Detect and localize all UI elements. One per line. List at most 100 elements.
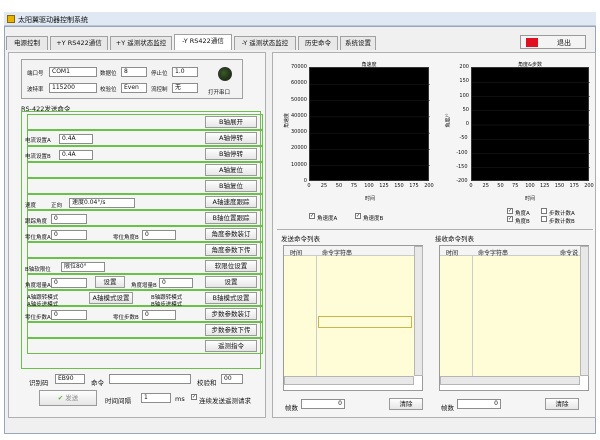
stopbits-field[interactable]: 1.0	[172, 67, 198, 77]
left-panel: 端口号 COM1 数据位 8 停止位 1.0 波特率 115200 校验位 Ev…	[8, 52, 266, 418]
send-clear-button[interactable]: 清除	[389, 398, 423, 410]
tab-history[interactable]: 历史命令	[298, 36, 338, 50]
zero-step-a-field[interactable]: 0	[51, 310, 87, 320]
legend-step-count-a-checkbox[interactable]	[541, 208, 547, 214]
legend-angle-a-checkbox[interactable]: ✓	[507, 208, 513, 214]
plot2-y-tick: 100	[459, 92, 469, 99]
angle-param-download-button[interactable]: 角度参数下传	[205, 244, 257, 256]
send-frame-count: 0	[301, 399, 345, 409]
plot1-x-tick: 50	[335, 183, 343, 189]
plot1-y-tick: 40000	[291, 112, 307, 119]
tab-py-telemetry[interactable]: +Y 遥测状态监控	[110, 36, 172, 50]
interval-field[interactable]: 1	[141, 393, 171, 403]
plot1-x-tick: 125	[379, 183, 389, 189]
soft-limit-set-button[interactable]: 软限位设置	[205, 260, 257, 272]
tab-bar: 电源控制 +Y RS422通信 +Y 遥测状态监控 -Y RS422通信 -Y …	[4, 34, 596, 50]
plot1-y-tick: 10000	[291, 161, 307, 168]
zero-step-b-field[interactable]: 0	[142, 310, 176, 320]
plot1-x-tick: 25	[320, 183, 328, 189]
angular-velocity-chart	[310, 84, 430, 166]
a-axis-mode-set-button[interactable]: A轴模式设置	[89, 292, 133, 304]
divider	[277, 229, 593, 230]
receive-command-list[interactable]: 时间 命令字符串 命令说	[439, 245, 589, 391]
send-list-hscroll[interactable]	[284, 376, 414, 385]
id-code-field[interactable]: EB90	[55, 374, 85, 384]
plot2-x-tick: 100	[525, 183, 535, 189]
send-list-vscroll[interactable]	[414, 246, 423, 376]
plot2-x-tick: 200	[584, 183, 594, 189]
a-axis-reset-button[interactable]: A轴复位	[205, 164, 257, 176]
plot2-y-tick: 50	[462, 106, 469, 113]
plot1-y-tick: 20000	[291, 145, 307, 152]
tab-ny-rs422[interactable]: -Y RS422通信	[174, 34, 232, 50]
plot1-y-tick: 30000	[291, 129, 307, 136]
stop-icon	[526, 38, 538, 47]
title-bar: 太阳翼驱动器控制系统	[4, 12, 596, 26]
command-field[interactable]	[109, 374, 191, 384]
angle-param-bind-button[interactable]: 角度参数装订	[205, 228, 257, 240]
angle-step-chart	[472, 82, 590, 168]
plot2-y-tick: -200	[456, 178, 468, 184]
plot2-x-tick: 50	[497, 183, 504, 189]
plot2-x-tick: 75	[512, 183, 519, 189]
plot2-x-tick: 150	[554, 183, 565, 189]
b-axis-mode-set-button[interactable]: B轴模式设置	[205, 292, 257, 304]
legend-angle-b-checkbox[interactable]: ✓	[507, 216, 513, 222]
angle-b-set-button[interactable]: 设置	[205, 276, 257, 288]
track-angle-field[interactable]: 0	[51, 214, 87, 224]
step-param-bind-button[interactable]: 步数参数装订	[205, 308, 257, 320]
plot1-x-tick: 200	[424, 183, 434, 189]
angular-velocity-plot: 角速度	[309, 62, 430, 181]
step-param-download-button[interactable]: 步数参数下传	[205, 324, 257, 336]
plot1-y-tick: 70000	[291, 64, 307, 70]
selected-row[interactable]	[318, 316, 412, 328]
plot2-y-tick: 200	[459, 64, 469, 70]
b-axis-reset-button[interactable]: B轴复位	[205, 180, 257, 192]
b-axis-stop-button[interactable]: B轴停转	[205, 148, 257, 160]
checksum-field[interactable]: 00	[221, 374, 243, 384]
b-axis-position-track-button[interactable]: B轴位置跟踪	[205, 212, 257, 224]
send-button[interactable]: ✔ 发送	[39, 390, 97, 406]
port-status-led-icon[interactable]	[218, 67, 232, 81]
soft-limit-field[interactable]: 限位80°	[61, 262, 105, 272]
current-b-field[interactable]: 0.4A	[59, 150, 93, 160]
exit-button[interactable]: 退出	[520, 35, 586, 49]
window-title: 太阳翼驱动器控制系统	[18, 16, 88, 24]
zero-angle-b-field[interactable]: 0	[142, 230, 176, 240]
databits-field[interactable]: 8	[121, 67, 147, 77]
tab-power[interactable]: 电源控制	[6, 36, 48, 50]
a-axis-stop-button[interactable]: A轴停转	[205, 132, 257, 144]
current-a-field[interactable]: 0.4A	[59, 134, 93, 144]
right-panel: 角速度 角速度 时间 70000 60000 50000 40000 30000 2000…	[272, 52, 596, 418]
legend-angular-velocity-b-checkbox[interactable]: ✓	[355, 213, 361, 219]
zero-angle-a-field[interactable]: 0	[51, 230, 87, 240]
parity-field[interactable]: Even	[121, 83, 147, 93]
recv-list-body	[440, 256, 580, 376]
send-command-list[interactable]: 时间 命令字符串	[283, 245, 423, 391]
plot1-y-tick: 60000	[291, 80, 307, 87]
baud-field[interactable]: 115200	[49, 83, 97, 93]
recv-list-hscroll[interactable]	[440, 376, 580, 385]
legend-step-count-b-checkbox[interactable]	[541, 216, 547, 222]
angle-inc-b-field[interactable]: 0	[159, 278, 193, 288]
telemetry-command-button[interactable]: 遥测指令	[205, 340, 257, 352]
flow-field[interactable]: 无	[172, 83, 198, 93]
tab-py-rs422[interactable]: +Y RS422通信	[50, 36, 108, 50]
speed-field[interactable]: 速度0.04°/s	[69, 198, 135, 208]
legend-angular-velocity-a-checkbox[interactable]: ✓	[309, 213, 315, 219]
plot2-x-tick: 0	[469, 183, 473, 189]
a-axis-speed-track-button[interactable]: A轴速度跟踪	[205, 196, 257, 208]
check-icon: ✔	[57, 394, 64, 402]
recv-clear-button[interactable]: 清除	[545, 398, 579, 410]
recv-list-vscroll[interactable]	[580, 246, 589, 376]
plot2-y-tick: -150	[456, 163, 468, 170]
angle-a-set-button[interactable]: 设置	[95, 276, 125, 288]
tab-settings[interactable]: 系统设置	[340, 36, 376, 50]
tab-ny-telemetry[interactable]: -Y 遥测状态监控	[234, 36, 296, 50]
port-select[interactable]: COM1	[49, 67, 97, 77]
b-axis-deploy-button[interactable]: B轴展开	[205, 116, 257, 128]
app-window: 太阳翼驱动器控制系统 电源控制 +Y RS422通信 +Y 遥测状态监控 -Y …	[0, 0, 600, 440]
continuous-checkbox[interactable]: ✓	[191, 394, 197, 400]
serial-config-box: 端口号 COM1 数据位 8 停止位 1.0 波特率 115200 校验位 Ev…	[21, 59, 243, 99]
angle-inc-a-field[interactable]: 0	[51, 278, 87, 288]
